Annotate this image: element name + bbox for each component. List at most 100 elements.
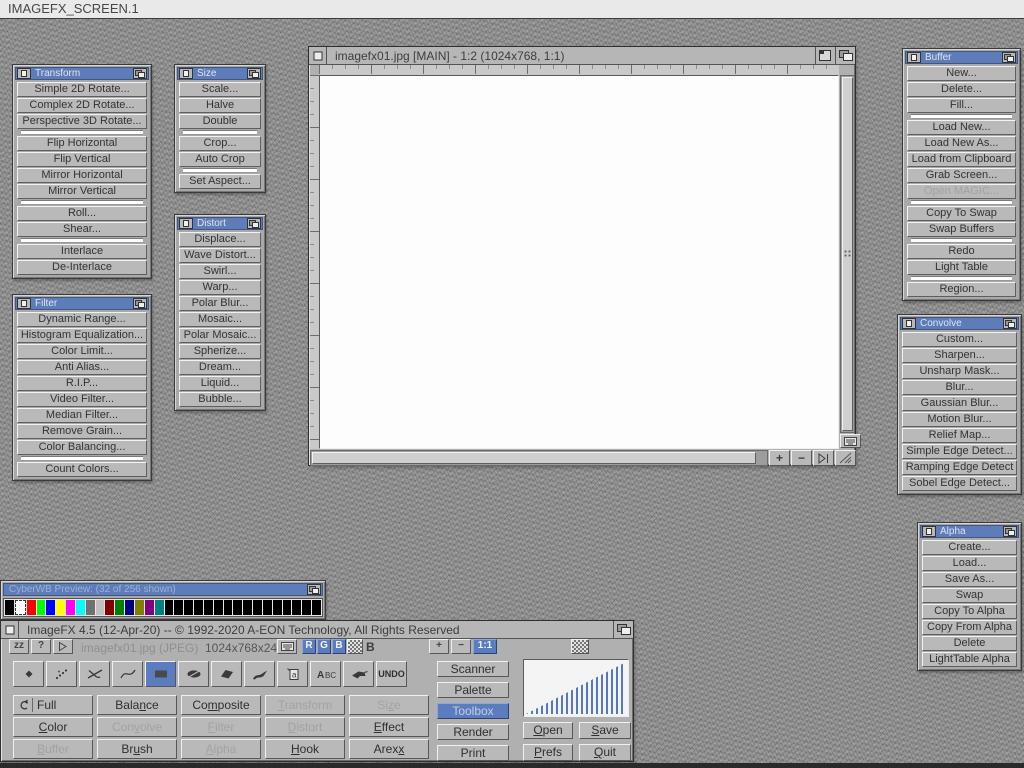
palette-button[interactable]: Copy From Alpha [922,620,1017,635]
palette-button[interactable]: Count Colors... [17,462,147,477]
line-tool[interactable] [79,661,110,687]
text-tool[interactable]: ABC [310,661,341,687]
color-swatch[interactable] [312,600,321,615]
depth-icon[interactable] [1003,318,1017,329]
action-button[interactable]: Quit [579,744,631,761]
color-swatch[interactable] [96,600,105,615]
depth-icon[interactable] [1002,52,1016,63]
palette-button[interactable]: Bubble... [179,392,261,407]
palette-button[interactable]: Grab Screen... [907,168,1016,183]
color-swatch[interactable] [76,600,85,615]
palette-button[interactable]: Color Balancing... [17,440,147,455]
color-swatch[interactable] [273,600,282,615]
keyboard-icon[interactable] [840,434,861,448]
size-palette-titlebar[interactable]: Size [177,67,263,80]
oval-tool[interactable] [178,661,209,687]
depth-icon[interactable] [613,621,633,638]
palette-button[interactable]: Warp... [179,280,261,295]
palette-button[interactable]: Load... [922,556,1017,571]
menu-button[interactable]: Filter [181,717,261,737]
dot-tool[interactable] [13,661,44,687]
palette-button[interactable]: Swap Buffers [907,222,1016,237]
image-window-titlebar[interactable]: imagefx01.jpg [MAIN] - 1:2 (1024x768, 1:… [309,47,855,65]
palette-button[interactable]: Copy To Swap [907,206,1016,221]
pan-arrow-button[interactable] [813,450,834,466]
color-swatch[interactable] [224,600,233,615]
palette-button[interactable]: Shear... [17,222,147,237]
close-icon[interactable] [922,526,936,537]
color-swatch[interactable] [302,600,311,615]
color-swatch[interactable] [46,600,55,615]
palette-button[interactable]: LightTable Alpha [922,652,1017,667]
airbrush-tool[interactable] [46,661,77,687]
zoom-in-button[interactable]: + [429,639,449,654]
color-swatch[interactable] [184,600,193,615]
palette-button[interactable]: Light Table [907,260,1016,275]
color-swatch[interactable] [86,600,95,615]
preview-palette-titlebar[interactable]: CyberWB Preview: (32 of 256 shown) [3,583,323,596]
palette-button[interactable]: Delete [922,636,1017,651]
color-swatch[interactable] [253,600,262,615]
palette-button[interactable]: Set Aspect... [179,174,261,189]
palette-button[interactable]: Ramping Edge Detect [902,460,1017,475]
palette-button[interactable]: Liquid... [179,376,261,391]
screen-mode-button[interactable] [277,639,297,654]
vertical-scroll-thumb[interactable] [842,77,853,431]
menu-button[interactable]: Size [349,695,429,715]
palette-button[interactable]: Dynamic Range... [17,312,147,327]
run-script-button[interactable] [53,639,73,654]
menu-button[interactable]: Balance [97,695,177,715]
close-icon[interactable] [17,68,31,79]
menu-button[interactable]: Distort [265,717,345,737]
convolve-palette-titlebar[interactable]: Convolve [900,317,1019,330]
depth-icon[interactable] [1003,526,1017,537]
palette-button[interactable]: Polar Mosaic... [179,328,261,343]
zoom-in-button[interactable]: + [769,450,790,466]
close-icon[interactable] [179,218,193,229]
palette-button[interactable]: Interlace [17,244,147,259]
menu-button[interactable]: Hook [265,739,345,759]
color-swatch[interactable] [125,600,134,615]
channel-blue-button[interactable]: B [332,639,346,654]
palette-button[interactable]: Mirror Horizontal [17,168,147,183]
color-swatch[interactable] [37,600,46,615]
palette-button[interactable]: Mirror Vertical [17,184,147,199]
palette-button[interactable]: Displace... [179,232,261,247]
image-canvas[interactable] [319,75,839,449]
palette-button[interactable]: Create... [922,540,1017,555]
palette-button[interactable]: Halve [179,98,261,113]
close-icon[interactable] [309,47,327,64]
color-swatch[interactable] [56,600,65,615]
palette-button[interactable]: Sobel Edge Detect... [902,476,1017,491]
color-swatch[interactable] [115,600,124,615]
palette-button[interactable]: Motion Blur... [902,412,1017,427]
menu-button[interactable]: Arexx [349,739,429,759]
color-swatch[interactable] [283,600,292,615]
menu-button[interactable]: Color [13,717,93,737]
polygon-tool[interactable] [211,661,242,687]
horizontal-scroll-thumb[interactable] [312,452,756,464]
palette-button[interactable]: Perspective 3D Rotate... [17,114,147,129]
color-swatch[interactable] [204,600,213,615]
palette-button[interactable]: Auto Crop [179,152,261,167]
palette-button[interactable]: Complex 2D Rotate... [17,98,147,113]
close-icon[interactable] [907,52,921,63]
distort-palette-titlebar[interactable]: Distort [177,217,263,230]
palette-button[interactable]: Video Filter... [17,392,147,407]
palette-button[interactable]: New... [907,66,1016,81]
freehand-tool[interactable] [244,661,275,687]
filter-palette-titlebar[interactable]: Filter [15,297,149,310]
palette-button[interactable]: Double [179,114,261,129]
color-swatch[interactable] [105,600,114,615]
depth-icon[interactable] [247,218,261,229]
panel-button[interactable]: Render [437,724,509,740]
color-swatch[interactable] [263,600,272,615]
menu-button[interactable]: Composite [181,695,261,715]
palette-button[interactable]: Swap [922,588,1017,603]
palette-button[interactable]: Redo [907,244,1016,259]
color-swatch[interactable] [243,600,252,615]
vertical-scrollbar[interactable] [840,75,855,433]
zoom-window-icon[interactable] [815,47,835,64]
spray-tool[interactable] [343,661,374,687]
color-swatch[interactable] [135,600,144,615]
